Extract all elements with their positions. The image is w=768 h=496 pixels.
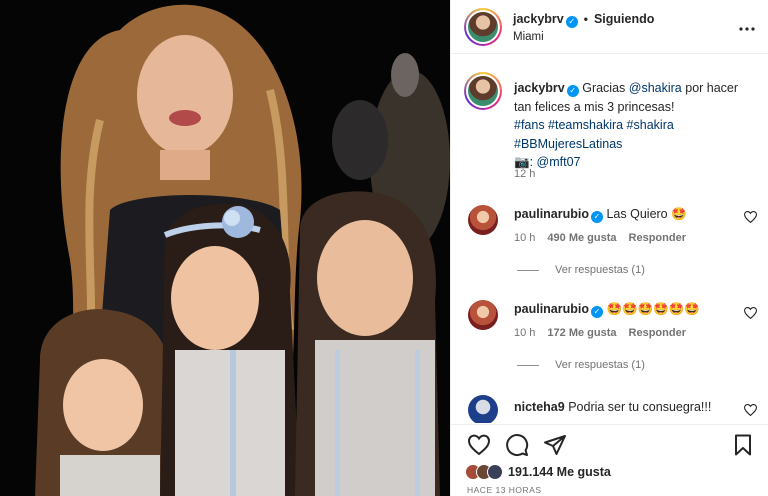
comment-body: paulinarubio ✓ 🤩🤩🤩🤩🤩🤩 — [514, 302, 744, 318]
comment-time: 10 h — [514, 232, 536, 244]
comments-scroll-area[interactable]: jackybrv ✓ Gracias @shakira por hacer tan… — [451, 55, 768, 423]
likes-summary[interactable]: 191.144 Me gusta — [465, 462, 611, 482]
verified-badge-icon: ✓ — [591, 211, 603, 223]
post-sidebar: jackybrv ✓ • Siguiendo Miami jackybrv ✓ Grac… — [450, 0, 768, 496]
hashtag-link[interactable]: #BBMujeresLatinas — [514, 137, 622, 151]
comment-text: Las Quiero 🤩 — [606, 207, 687, 221]
caption-avatar[interactable] — [464, 72, 502, 110]
author-avatar[interactable] — [464, 8, 502, 46]
camera-icon: 📷 — [514, 155, 530, 169]
post-location[interactable]: Miami — [513, 31, 544, 43]
like-heart-icon[interactable] — [467, 433, 491, 457]
view-replies-label: Ver respuestas (1) — [555, 264, 645, 276]
view-replies-button[interactable]: Ver respuestas (1) — [517, 264, 645, 276]
comment-text: 🤩🤩🤩🤩🤩🤩 — [606, 302, 700, 316]
like-comment-heart-icon[interactable] — [743, 211, 758, 226]
post-photo[interactable] — [0, 0, 450, 496]
credit-link[interactable]: @mft07 — [537, 155, 581, 169]
comment-meta: 10 h 172 Me gusta Responder — [514, 327, 698, 339]
view-replies-label: Ver respuestas (1) — [555, 359, 645, 371]
save-bookmark-icon[interactable] — [731, 433, 755, 457]
caption-username[interactable]: jackybrv — [514, 81, 565, 95]
post-header: jackybrv ✓ • Siguiendo Miami — [451, 0, 768, 54]
likes-count[interactable]: 191.144 Me gusta — [508, 465, 611, 479]
comment-text: Podria ser tu consuegra!!! — [568, 400, 712, 414]
reply-button[interactable]: Responder — [629, 232, 686, 244]
commenter-avatar[interactable] — [468, 205, 498, 235]
post-actions-bar — [451, 424, 768, 464]
comment-username[interactable]: paulinarubio — [514, 302, 589, 316]
comment-time: 10 h — [514, 327, 536, 339]
more-options-icon[interactable] — [739, 15, 755, 36]
commenter-avatar[interactable] — [468, 395, 498, 423]
comment-bubble-icon[interactable] — [505, 433, 529, 457]
follow-status-button[interactable]: Siguiendo — [594, 12, 654, 26]
comment-likes[interactable]: 172 Me gusta — [547, 327, 616, 339]
like-comment-heart-icon[interactable] — [743, 307, 758, 322]
comment-body: nicteha9 Podria ser tu consuegra!!! — [514, 400, 744, 414]
credit-separator: : — [529, 155, 537, 169]
comment-username[interactable]: paulinarubio — [514, 207, 589, 221]
reply-button[interactable]: Responder — [629, 327, 686, 339]
like-comment-heart-icon[interactable] — [743, 404, 758, 419]
comment-likes[interactable]: 490 Me gusta — [547, 232, 616, 244]
verified-badge-icon: ✓ — [591, 306, 603, 318]
separator-dot: • — [583, 12, 588, 26]
author-line: jackybrv ✓ • Siguiendo — [513, 12, 654, 28]
caption-time: 12 h — [514, 168, 536, 180]
comment-meta: 10 h 490 Me gusta Responder — [514, 232, 698, 244]
liker-avatar — [487, 464, 503, 480]
mention-link[interactable]: @shakira — [629, 81, 682, 95]
hashtags-link[interactable]: #fans #teamshakira #shakira — [514, 118, 674, 132]
comment-username[interactable]: nicteha9 — [514, 400, 565, 414]
post-timestamp[interactable]: HACE 13 HORAS — [467, 485, 542, 495]
comment-body: paulinarubio ✓ Las Quiero 🤩 — [514, 207, 744, 223]
verified-badge-icon: ✓ — [566, 85, 579, 97]
view-replies-button[interactable]: Ver respuestas (1) — [517, 359, 645, 371]
share-paperplane-icon[interactable] — [543, 433, 567, 457]
author-username[interactable]: jackybrv — [513, 12, 564, 26]
commenter-avatar[interactable] — [468, 300, 498, 330]
verified-badge-icon: ✓ — [565, 16, 578, 28]
post-caption: jackybrv ✓ Gracias @shakira por hacer tan… — [514, 79, 754, 172]
post-image — [0, 0, 450, 496]
caption-text: Gracias — [582, 81, 629, 95]
